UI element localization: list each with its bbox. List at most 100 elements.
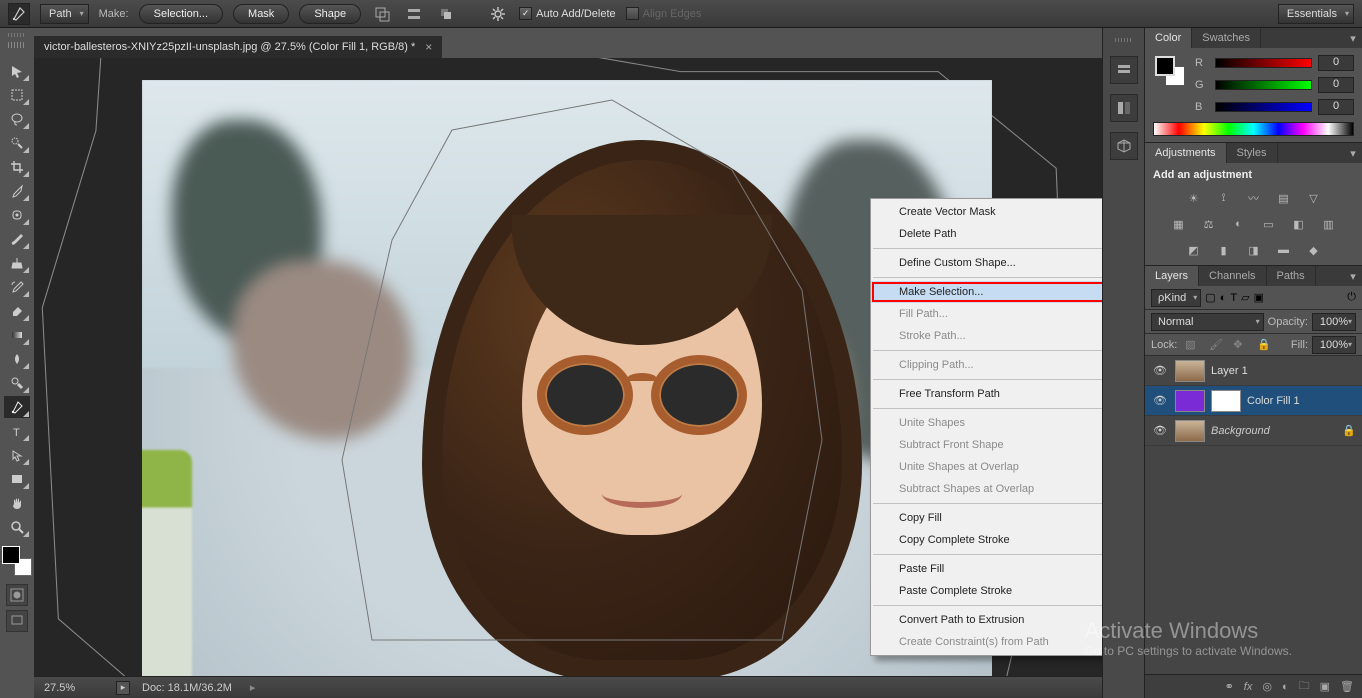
levels-icon[interactable]: ⟟: [1214, 189, 1234, 207]
visibility-icon[interactable]: 👁: [1151, 364, 1169, 377]
pen-tool[interactable]: [4, 396, 30, 418]
crop-tool[interactable]: [4, 156, 30, 178]
eraser-tool[interactable]: [4, 300, 30, 322]
gear-icon[interactable]: [487, 3, 509, 25]
blur-tool[interactable]: [4, 348, 30, 370]
lock-all-icon[interactable]: 🔒: [1257, 338, 1273, 351]
photo-filter-icon[interactable]: ▭: [1259, 215, 1279, 233]
context-menu-item[interactable]: Copy Fill: [871, 507, 1111, 529]
context-menu-item[interactable]: Create Vector Mask: [871, 201, 1111, 223]
new-group-icon[interactable]: 🗀: [1299, 677, 1310, 696]
context-menu-item[interactable]: Paste Complete Stroke: [871, 580, 1111, 602]
context-menu-item[interactable]: Free Transform Path: [871, 383, 1111, 405]
context-menu-item[interactable]: Paste Fill: [871, 558, 1111, 580]
filter-toggle[interactable]: ⏻: [1347, 291, 1356, 304]
red-slider[interactable]: [1215, 58, 1312, 68]
brightness-icon[interactable]: ☀: [1184, 189, 1204, 207]
context-menu-item[interactable]: Convert Path to Extrusion: [871, 609, 1111, 631]
shape-button[interactable]: Shape: [299, 4, 361, 24]
curves-icon[interactable]: 〰: [1244, 189, 1264, 207]
zoom-tool[interactable]: [4, 516, 30, 538]
mask-button[interactable]: Mask: [233, 4, 289, 24]
3d-panel-icon[interactable]: [1110, 132, 1138, 160]
brush-tool[interactable]: [4, 228, 30, 250]
vibrance-icon[interactable]: ▽: [1304, 189, 1324, 207]
document-tab[interactable]: victor-ballesteros-XNIYz25pzII-unsplash.…: [34, 36, 442, 58]
add-mask-icon[interactable]: ◎: [1262, 680, 1272, 693]
channel-mixer-icon[interactable]: ◧: [1289, 215, 1309, 233]
tab-channels[interactable]: Channels: [1199, 266, 1266, 286]
rectangle-tool[interactable]: [4, 468, 30, 490]
context-menu-item[interactable]: Copy Complete Stroke: [871, 529, 1111, 551]
filter-smart-icon[interactable]: ▣: [1254, 291, 1264, 304]
filter-type-icon[interactable]: T: [1230, 292, 1237, 304]
history-brush-tool[interactable]: [4, 276, 30, 298]
fill-value[interactable]: 100%: [1312, 336, 1356, 354]
color-balance-icon[interactable]: ⚖: [1199, 215, 1219, 233]
path-arrangement-icon[interactable]: [435, 3, 457, 25]
color-ramp[interactable]: [1153, 122, 1354, 136]
color-lookup-icon[interactable]: ▥: [1319, 215, 1339, 233]
red-value[interactable]: 0: [1318, 55, 1354, 71]
marquee-tool[interactable]: [4, 84, 30, 106]
new-fill-adjust-icon[interactable]: ◐: [1282, 681, 1289, 693]
color-swatches[interactable]: [2, 546, 32, 576]
visibility-icon[interactable]: 👁: [1151, 424, 1169, 437]
tab-layers[interactable]: Layers: [1145, 266, 1199, 286]
blue-value[interactable]: 0: [1318, 99, 1354, 115]
screen-mode-button[interactable]: [6, 610, 28, 632]
lock-position-icon[interactable]: ✥: [1233, 338, 1249, 351]
eyedropper-tool[interactable]: [4, 180, 30, 202]
tab-paths[interactable]: Paths: [1267, 266, 1316, 286]
tab-color[interactable]: Color: [1145, 28, 1192, 48]
dock-handle[interactable]: [0, 28, 34, 42]
hand-tool[interactable]: [4, 492, 30, 514]
layer-row[interactable]: 👁Color Fill 1: [1145, 386, 1362, 416]
blue-slider[interactable]: [1215, 102, 1312, 112]
tab-adjustments[interactable]: Adjustments: [1145, 143, 1227, 163]
move-tool[interactable]: [4, 60, 30, 82]
spot-healing-tool[interactable]: [4, 204, 30, 226]
new-layer-icon[interactable]: ▣: [1320, 680, 1330, 693]
auto-add-delete-checkbox[interactable]: ✓Auto Add/Delete: [519, 7, 616, 20]
lasso-tool[interactable]: [4, 108, 30, 130]
filter-shape-icon[interactable]: ▱: [1241, 291, 1249, 304]
panel-menu-icon[interactable]: ▾: [1344, 28, 1362, 48]
dodge-tool[interactable]: [4, 372, 30, 394]
layer-row[interactable]: 👁Layer 1: [1145, 356, 1362, 386]
selection-button[interactable]: Selection...: [139, 4, 223, 24]
history-panel-icon[interactable]: [1110, 56, 1138, 84]
context-menu-item[interactable]: Make Selection...: [871, 281, 1111, 303]
path-alignment-icon[interactable]: [403, 3, 425, 25]
path-selection-tool[interactable]: [4, 444, 30, 466]
lock-image-icon[interactable]: 🖌: [1209, 338, 1225, 351]
gradient-map-icon[interactable]: ▬: [1274, 241, 1294, 259]
quick-mask-button[interactable]: [6, 584, 28, 606]
selective-color-icon[interactable]: ◆: [1304, 241, 1324, 259]
layer-row[interactable]: 👁Background🔒: [1145, 416, 1362, 446]
clone-stamp-tool[interactable]: [4, 252, 30, 274]
filter-adjust-icon[interactable]: ◐: [1220, 292, 1227, 304]
visibility-icon[interactable]: 👁: [1151, 394, 1169, 407]
gradient-tool[interactable]: [4, 324, 30, 346]
quick-selection-tool[interactable]: [4, 132, 30, 154]
posterize-icon[interactable]: ▮: [1214, 241, 1234, 259]
tab-swatches[interactable]: Swatches: [1192, 28, 1261, 48]
close-icon[interactable]: ×: [425, 40, 432, 54]
context-menu-item[interactable]: Define Custom Shape...: [871, 252, 1111, 274]
delete-layer-icon[interactable]: 🗑: [1340, 680, 1354, 693]
blend-mode-select[interactable]: Normal: [1151, 313, 1264, 331]
green-slider[interactable]: [1215, 80, 1312, 90]
status-arrow-icon[interactable]: ▸: [250, 681, 256, 694]
context-menu-item[interactable]: Delete Path: [871, 223, 1111, 245]
hue-sat-icon[interactable]: ▦: [1169, 215, 1189, 233]
foreground-background-swatch[interactable]: [1153, 54, 1187, 88]
zoom-level[interactable]: 27.5%: [44, 682, 104, 694]
panel-menu-icon[interactable]: ▾: [1344, 266, 1362, 286]
filter-kind-select[interactable]: ρ Kind: [1151, 289, 1201, 307]
opacity-value[interactable]: 100%: [1312, 313, 1356, 331]
filter-pixel-icon[interactable]: ▢: [1205, 291, 1215, 304]
path-operations-icon[interactable]: [371, 3, 393, 25]
tab-styles[interactable]: Styles: [1227, 143, 1278, 163]
workspace-switcher[interactable]: Essentials: [1278, 4, 1354, 24]
